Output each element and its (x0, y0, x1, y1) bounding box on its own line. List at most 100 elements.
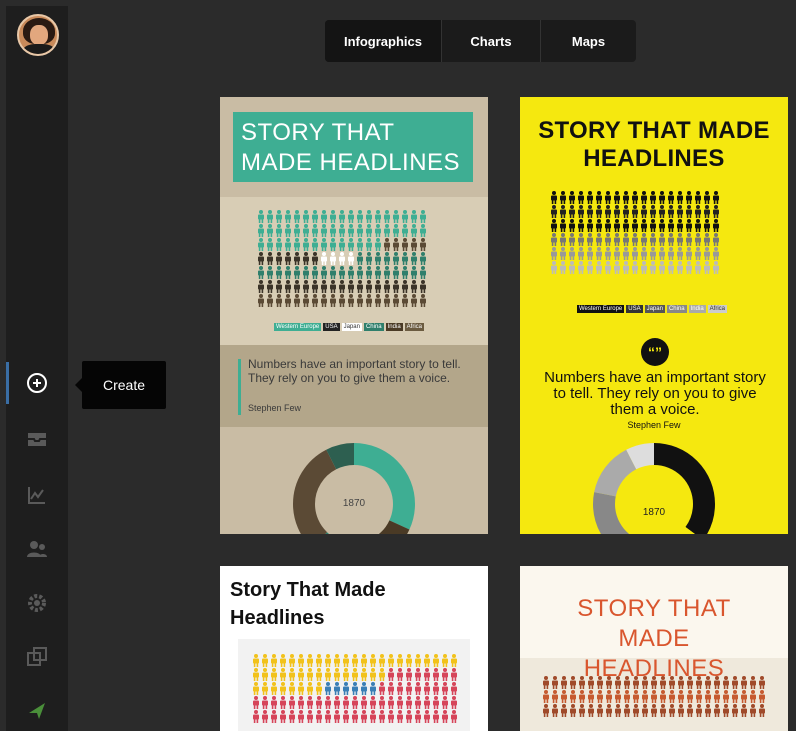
template-card-2[interactable]: STORY THAT MADE HEADLINES Western Europe… (520, 97, 788, 534)
person-icon (704, 247, 710, 260)
person-icon (632, 261, 638, 274)
person-icon (258, 280, 264, 293)
person-icon (393, 294, 399, 307)
person-icon (276, 280, 282, 293)
person-icon (660, 704, 666, 717)
donut-chart: 1870 (593, 443, 715, 534)
person-icon (285, 280, 291, 293)
person-icon (605, 191, 611, 204)
person-icon (624, 704, 630, 717)
person-icon (732, 676, 738, 689)
person-icon (352, 654, 358, 667)
person-icon (325, 668, 331, 681)
person-icon (451, 668, 457, 681)
person-icon (357, 266, 363, 279)
template-card-3[interactable]: Story That Made Headlines (220, 566, 488, 731)
person-icon (569, 191, 575, 204)
person-icon (357, 238, 363, 251)
person-icon (312, 210, 318, 223)
person-icon (271, 668, 277, 681)
sidebar-item-copy[interactable] (6, 636, 68, 678)
person-icon (361, 654, 367, 667)
person-icon (605, 205, 611, 218)
person-icon (321, 252, 327, 265)
sidebar-item-charts[interactable] (6, 474, 68, 516)
person-icon (551, 261, 557, 274)
rocket-icon (29, 703, 45, 719)
person-icon (420, 210, 426, 223)
person-icon (696, 690, 702, 703)
person-icon (669, 704, 675, 717)
person-icon (397, 668, 403, 681)
person-icon (316, 710, 322, 723)
person-icon (415, 682, 421, 695)
person-icon (312, 238, 318, 251)
tab-charts[interactable]: Charts (442, 20, 541, 62)
person-icon (348, 224, 354, 237)
person-icon (339, 294, 345, 307)
person-icon (366, 266, 372, 279)
person-icon (411, 210, 417, 223)
person-icon (280, 682, 286, 695)
person-icon (285, 210, 291, 223)
person-icon (285, 266, 291, 279)
person-icon (379, 710, 385, 723)
template-card-4[interactable]: STORY THAT MADE HEADLINES (520, 566, 788, 731)
person-icon (375, 294, 381, 307)
person-icon (276, 238, 282, 251)
donut-label: 1870 (343, 498, 366, 509)
person-icon (678, 704, 684, 717)
sidebar-item-users[interactable] (6, 528, 68, 570)
template-title: STORY THAT MADE HEADLINES (577, 595, 731, 682)
legend-item: China (363, 323, 384, 331)
person-icon (411, 266, 417, 279)
person-icon (303, 266, 309, 279)
person-icon (723, 704, 729, 717)
person-icon (650, 233, 656, 246)
person-icon (294, 280, 300, 293)
person-icon (370, 682, 376, 695)
person-icon (366, 210, 372, 223)
person-icon (348, 280, 354, 293)
person-icon (560, 191, 566, 204)
sidebar-item-inbox[interactable] (6, 418, 68, 460)
person-icon (420, 280, 426, 293)
person-icon (424, 654, 430, 667)
person-icon (312, 294, 318, 307)
person-icon (253, 682, 259, 695)
person-icon (741, 690, 747, 703)
person-icon (614, 261, 620, 274)
person-icon (406, 696, 412, 709)
person-icon (298, 682, 304, 695)
person-icon (321, 238, 327, 251)
sidebar-item-launch[interactable] (6, 690, 68, 731)
person-icon (569, 219, 575, 232)
person-icon (258, 210, 264, 223)
person-icon (258, 252, 264, 265)
sidebar-item-settings[interactable] (6, 582, 68, 624)
person-icon (551, 247, 557, 260)
legend-item: India (688, 305, 706, 313)
person-icon (677, 205, 683, 218)
person-icon (578, 191, 584, 204)
person-icon (276, 224, 282, 237)
person-icon (321, 294, 327, 307)
person-icon (668, 205, 674, 218)
person-icon (262, 682, 268, 695)
sidebar-item-create[interactable] (6, 362, 68, 404)
template-card-1[interactable]: STORY THAT MADE HEADLINES Western Europe… (220, 97, 488, 534)
person-icon (388, 710, 394, 723)
person-icon (406, 682, 412, 695)
tab-infographics[interactable]: Infographics (325, 20, 442, 62)
person-icon (393, 266, 399, 279)
person-icon (686, 261, 692, 274)
tab-maps[interactable]: Maps (541, 20, 636, 62)
person-icon (397, 682, 403, 695)
inbox-icon (28, 433, 46, 446)
person-icon (348, 238, 354, 251)
person-icon (605, 247, 611, 260)
person-icon (543, 676, 549, 689)
person-icon (424, 668, 430, 681)
person-icon (695, 205, 701, 218)
avatar[interactable] (17, 14, 59, 56)
